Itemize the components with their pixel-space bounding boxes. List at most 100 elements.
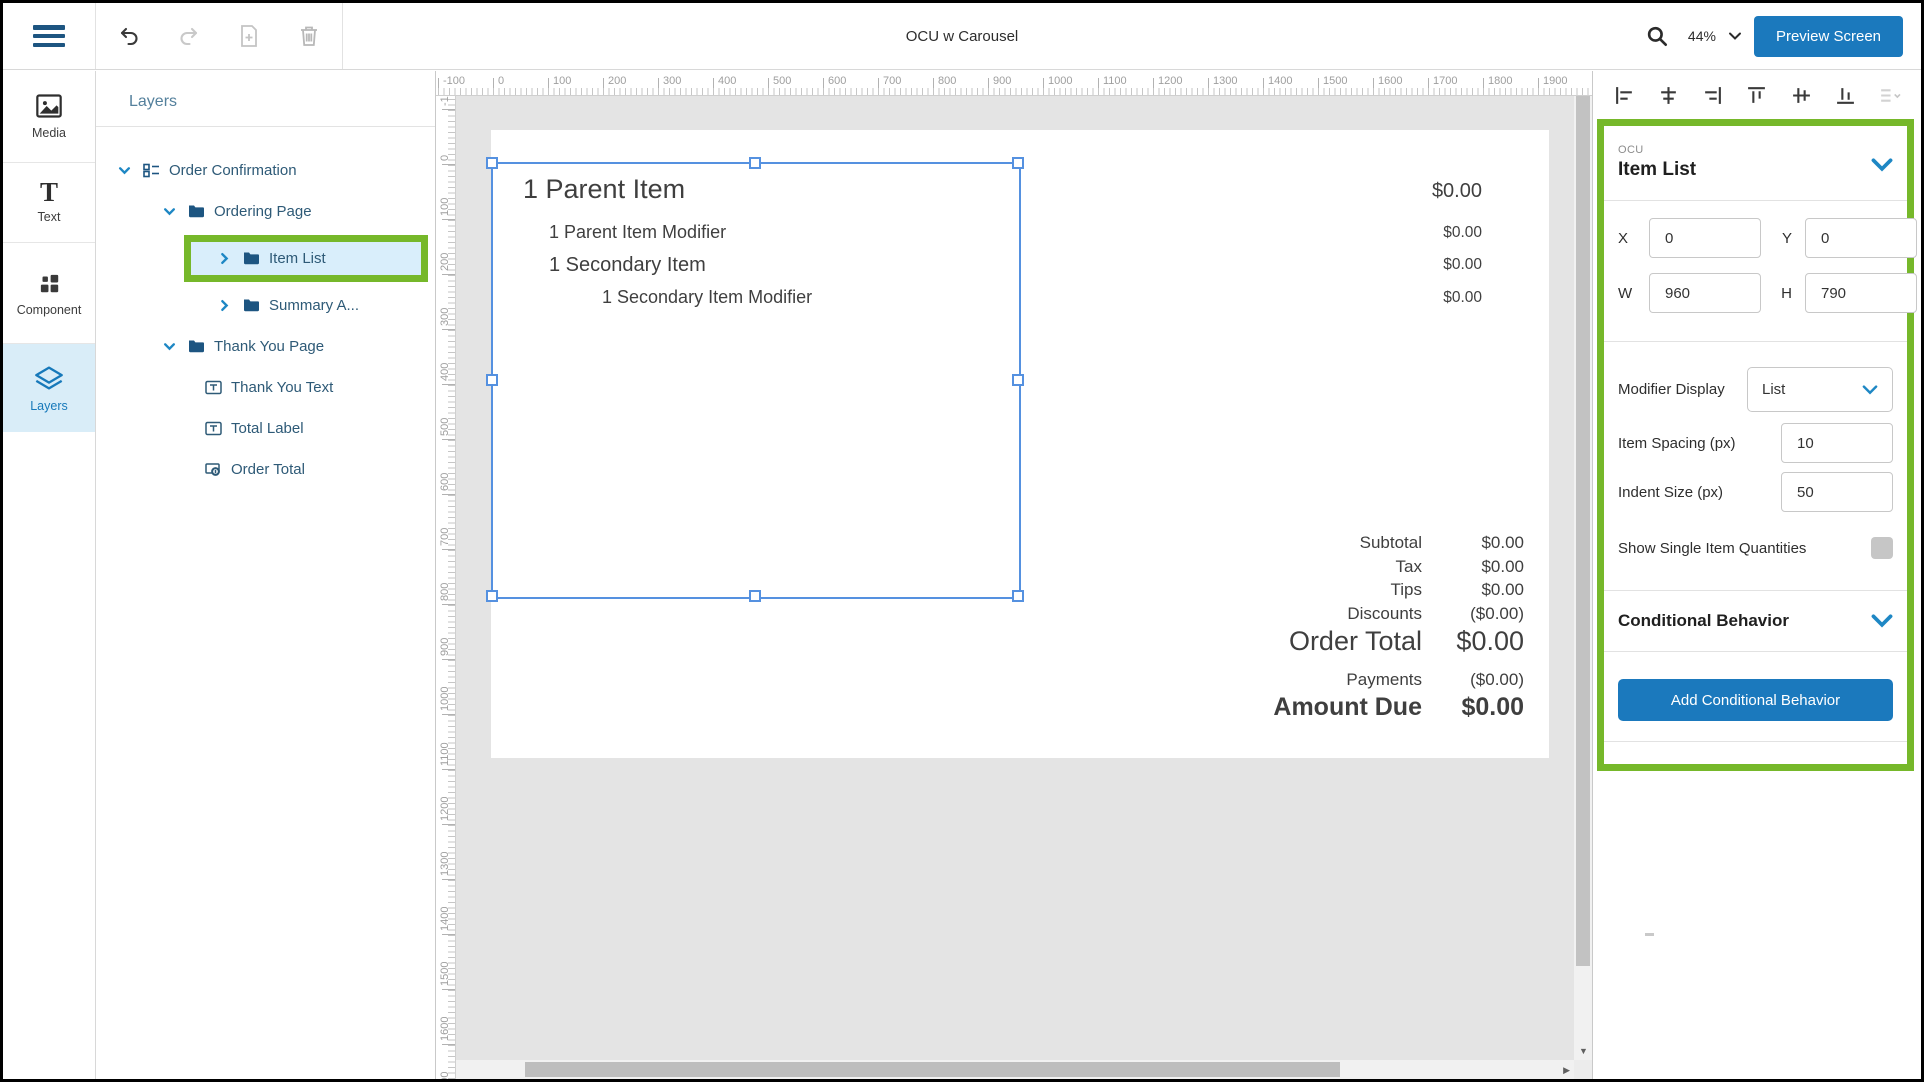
layer-row-order-confirmation[interactable]: Order Confirmation: [96, 150, 435, 191]
indent-size-input[interactable]: [1781, 472, 1893, 512]
main-menu-button[interactable]: [3, 3, 96, 69]
alignment-toolbar: [1593, 71, 1921, 119]
app-window: OCU w Carousel 44% Preview Screen Media …: [0, 0, 1924, 1082]
align-center-horizontal-button[interactable]: [1653, 80, 1683, 110]
align-bottom-button[interactable]: [1831, 80, 1861, 110]
collapse-chevron-down-icon[interactable]: [1871, 614, 1893, 628]
conditional-behavior-title: Conditional Behavior: [1618, 611, 1789, 631]
layer-label: Order Confirmation: [169, 162, 297, 179]
ruler-label: 300: [439, 308, 451, 326]
x-input[interactable]: [1649, 218, 1761, 258]
selection-bounding-box[interactable]: [491, 162, 1021, 599]
scroll-down-arrow-icon[interactable]: ▼: [1579, 1046, 1588, 1056]
ruler-label: 1000: [439, 687, 451, 711]
text-icon: T: [40, 181, 58, 203]
delete-button[interactable]: [290, 17, 328, 55]
align-top-button[interactable]: [1742, 80, 1772, 110]
ruler-label: 1600: [1378, 75, 1402, 87]
ruler-tick: [548, 78, 549, 95]
edit-actions-group: [96, 3, 343, 69]
ruler-tick: [1153, 78, 1154, 95]
canvas-item-price: $0.00: [1443, 289, 1482, 307]
component-list-icon: [142, 163, 160, 179]
toolbar-right-group: 44% Preview Screen: [1638, 16, 1921, 57]
sidebar-item-component[interactable]: Component: [3, 243, 95, 344]
show-single-quantities-checkbox[interactable]: [1871, 537, 1893, 559]
layer-row-thank-you-text[interactable]: Thank You Text: [96, 367, 435, 408]
selection-handle[interactable]: [486, 157, 498, 169]
align-right-button[interactable]: [1698, 80, 1728, 110]
scrollbar-remnant: [1645, 933, 1654, 936]
chevron-down-icon[interactable]: [160, 204, 178, 220]
ruler-label: -100: [439, 96, 451, 106]
zoom-search-button[interactable]: [1638, 17, 1676, 55]
vertical-scrollbar-thumb[interactable]: [1576, 96, 1590, 966]
duplicate-page-button[interactable]: [230, 17, 268, 55]
layer-row-summary-area[interactable]: Summary A...: [96, 285, 435, 326]
ruler-tick: [878, 78, 879, 95]
selection-handle[interactable]: [486, 374, 498, 386]
ruler-tick: [442, 219, 455, 220]
w-input[interactable]: [1649, 273, 1761, 313]
canvas-item-price: $0.00: [1443, 224, 1482, 242]
component-icon: [36, 270, 62, 296]
chevron-right-icon[interactable]: [215, 251, 233, 267]
ruler-label: 1700: [1433, 75, 1457, 87]
layer-label: Ordering Page: [214, 203, 312, 220]
sidebar-item-text[interactable]: T Text: [3, 163, 95, 243]
summary-value: $0.00: [1481, 580, 1524, 600]
horizontal-scrollbar-thumb[interactable]: [525, 1062, 1340, 1077]
layer-row-ordering-page[interactable]: Ordering Page: [96, 191, 435, 232]
y-input[interactable]: [1805, 218, 1917, 258]
add-conditional-behavior-button[interactable]: Add Conditional Behavior: [1618, 679, 1893, 721]
layer-row-item-list-selected[interactable]: Item List: [191, 242, 421, 275]
zoom-level-value[interactable]: 44%: [1688, 28, 1716, 44]
summary-label: Tips: [1391, 580, 1423, 600]
selection-handle[interactable]: [1012, 374, 1024, 386]
ruler-tick: [1428, 78, 1429, 95]
h-input[interactable]: [1805, 273, 1917, 313]
layer-row-thank-you-page[interactable]: Thank You Page: [96, 326, 435, 367]
trash-icon: [298, 24, 320, 48]
undo-icon: [117, 24, 141, 48]
ruler-label: 1200: [439, 797, 451, 821]
canvas-area: -100010020030040050060070080090010001100…: [436, 71, 1592, 1079]
chevron-down-icon[interactable]: [115, 163, 133, 179]
ruler-label: 500: [439, 418, 451, 436]
selection-handle[interactable]: [486, 590, 498, 602]
summary-label: Subtotal: [1360, 533, 1422, 553]
redo-button[interactable]: [170, 17, 208, 55]
selection-handle[interactable]: [749, 157, 761, 169]
distribute-menu-button[interactable]: [1875, 80, 1905, 110]
layers-icon: [34, 364, 64, 392]
selection-handle[interactable]: [1012, 590, 1024, 602]
scrollbar-corner: [1574, 1060, 1592, 1079]
vertical-ruler: -100010020030040050060070080090010001100…: [436, 96, 456, 1079]
zoom-chevron-down-icon[interactable]: [1728, 31, 1742, 41]
align-left-button[interactable]: [1609, 80, 1639, 110]
horizontal-scrollbar[interactable]: ▶: [456, 1060, 1574, 1079]
layer-row-order-total[interactable]: Order Total: [96, 449, 435, 490]
scroll-right-arrow-icon[interactable]: ▶: [1563, 1065, 1570, 1076]
align-center-vertical-button[interactable]: [1786, 80, 1816, 110]
chevron-down-icon[interactable]: [160, 339, 178, 355]
undo-button[interactable]: [110, 17, 148, 55]
vertical-scrollbar[interactable]: ▼: [1574, 96, 1592, 1060]
chevron-right-icon[interactable]: [215, 298, 233, 314]
preview-screen-button[interactable]: Preview Screen: [1754, 16, 1903, 57]
sidebar-item-media[interactable]: Media: [3, 71, 95, 163]
hamburger-icon: [33, 25, 65, 47]
canvas-viewport[interactable]: 1 Parent Item $0.00 1 Parent Item Modifi…: [456, 96, 1592, 1079]
selection-handle[interactable]: [749, 590, 761, 602]
inspector-panel: OCU Item List X Y W H: [1592, 71, 1921, 1079]
layer-row-total-label[interactable]: Total Label: [96, 408, 435, 449]
ruler-label: 200: [439, 253, 451, 271]
redo-icon: [177, 24, 201, 48]
modifier-display-select[interactable]: List: [1747, 367, 1893, 412]
collapse-chevron-down-icon[interactable]: [1871, 158, 1893, 172]
ruler-label: 800: [439, 583, 451, 601]
item-spacing-input[interactable]: [1781, 423, 1893, 463]
sidebar-item-layers[interactable]: Layers: [3, 344, 95, 432]
summary-label: Payments: [1346, 670, 1422, 690]
selection-handle[interactable]: [1012, 157, 1024, 169]
